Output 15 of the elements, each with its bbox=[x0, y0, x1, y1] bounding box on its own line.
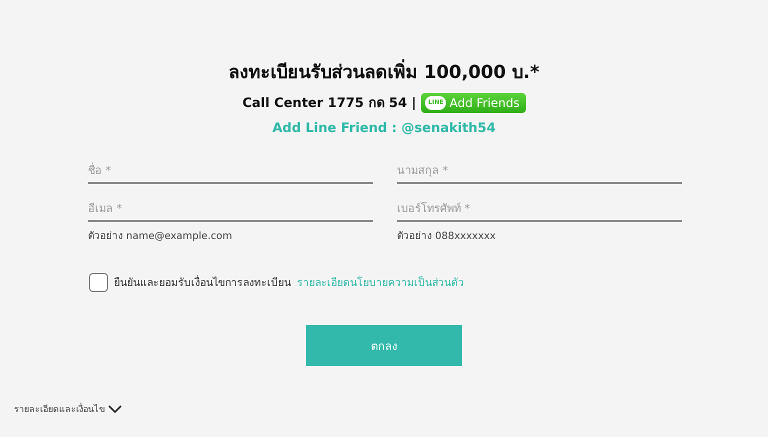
terms-toggle[interactable]: รายละเอียดและเงื่อนไข bbox=[14, 402, 122, 416]
submit-button[interactable]: ตกลง bbox=[306, 325, 462, 366]
consent-checkbox[interactable] bbox=[89, 273, 108, 292]
field-hint: ตัวอย่าง name@example.com bbox=[88, 230, 234, 243]
chevron-icon bbox=[108, 404, 122, 414]
text-field[interactable]: นามสกุล * bbox=[397, 160, 682, 184]
call-center-text: Call Center 1775 กด 54 | bbox=[242, 95, 416, 113]
text-field[interactable]: อีเมล * bbox=[88, 198, 373, 222]
text-field[interactable]: ชื่อ * bbox=[88, 160, 373, 184]
field-hint: ตัวอย่าง 088xxxxxxx bbox=[397, 230, 497, 243]
privacy-link[interactable]: รายละเอียดนโยบายความเป็นส่วนตัว bbox=[297, 274, 464, 291]
page-heading: ลงทะเบียนรับส่วนลดเพิ่ม 100,000 บ.* bbox=[228, 57, 540, 86]
text-field[interactable]: เบอร์โทรศัพท์ * bbox=[397, 198, 682, 222]
consent-text: ยืนยันและยอมรับเงื่อนไขการลงทะเบียน bbox=[114, 274, 291, 291]
line-friend-text: Add Line Friend : @senakith54 bbox=[272, 121, 496, 136]
